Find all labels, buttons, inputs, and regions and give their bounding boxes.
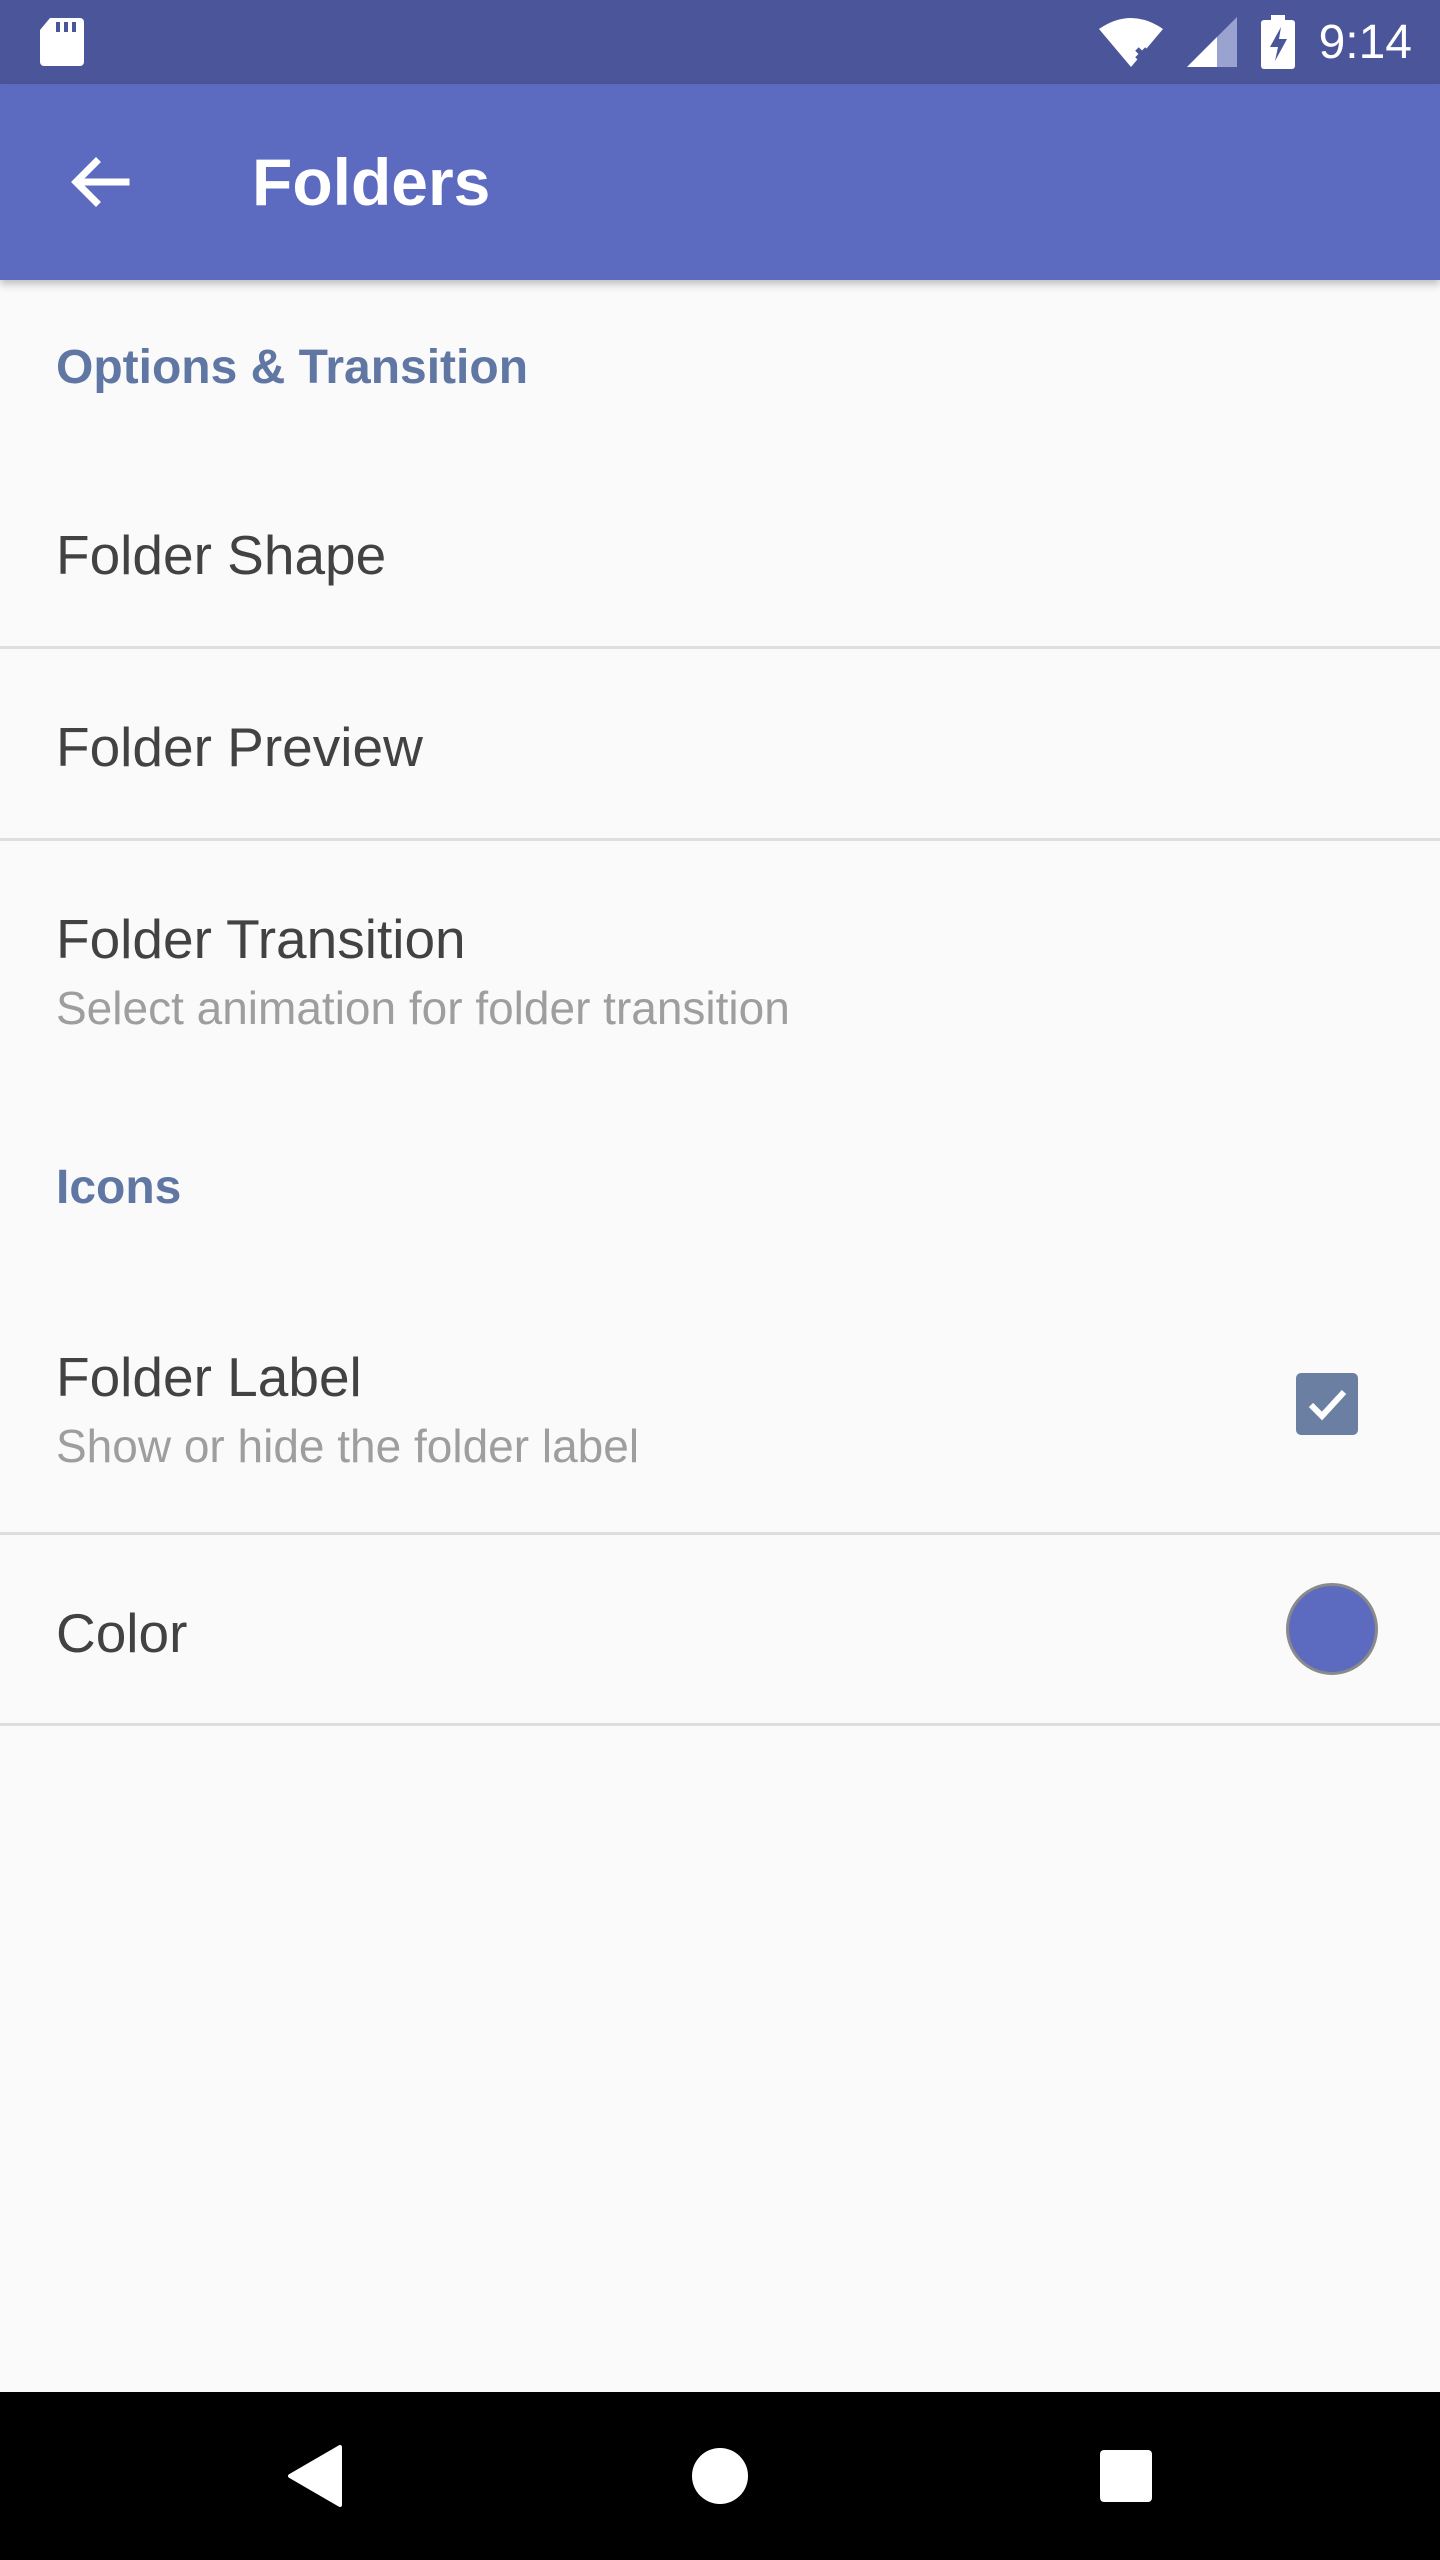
- status-time: 9:14: [1318, 15, 1412, 69]
- home-circle-icon: [692, 2448, 748, 2504]
- status-bar: 9:14: [0, 0, 1440, 84]
- pref-title: Color: [56, 1602, 188, 1664]
- pref-title: Folder Label: [56, 1346, 362, 1408]
- page-title: Folders: [252, 145, 491, 219]
- nav-recents-button[interactable]: [1042, 2392, 1210, 2560]
- nav-home-button[interactable]: [636, 2392, 804, 2560]
- back-arrow-icon: [71, 157, 130, 207]
- color-swatch[interactable]: [1286, 1583, 1378, 1675]
- checkmark-icon: [1308, 1389, 1347, 1421]
- pref-title: Folder Transition: [56, 908, 466, 970]
- pref-folder-label[interactable]: Folder Label Show or hide the folder lab…: [0, 1295, 1440, 1533]
- pref-summary: Show or hide the folder label: [56, 1420, 640, 1472]
- navigation-bar: [0, 2392, 1440, 2560]
- pref-color[interactable]: Color: [0, 1535, 1440, 1724]
- recents-square-icon: [1100, 2450, 1152, 2502]
- category-header-options: Options & Transition: [56, 341, 529, 394]
- pref-summary: Select animation for folder transition: [56, 982, 790, 1034]
- pref-title: Folder Shape: [56, 524, 387, 586]
- pref-title: Folder Preview: [56, 716, 423, 778]
- sd-card-icon: [40, 18, 84, 66]
- divider: [0, 1723, 1440, 1726]
- pref-folder-preview[interactable]: Folder Preview: [0, 649, 1440, 839]
- back-button[interactable]: [52, 134, 148, 230]
- back-triangle-icon: [288, 2445, 342, 2507]
- app-bar: Folders: [0, 84, 1440, 280]
- pref-folder-shape[interactable]: Folder Shape: [0, 455, 1440, 647]
- battery-charging-icon: [1260, 15, 1295, 69]
- pref-folder-transition[interactable]: Folder Transition Select animation for f…: [0, 841, 1440, 1111]
- wifi-icon: [1098, 18, 1163, 67]
- folder-label-checkbox[interactable]: [1296, 1373, 1358, 1435]
- category-header-icons: Icons: [56, 1161, 182, 1214]
- nav-back-button[interactable]: [232, 2392, 400, 2560]
- cell-signal-icon: [1186, 17, 1237, 67]
